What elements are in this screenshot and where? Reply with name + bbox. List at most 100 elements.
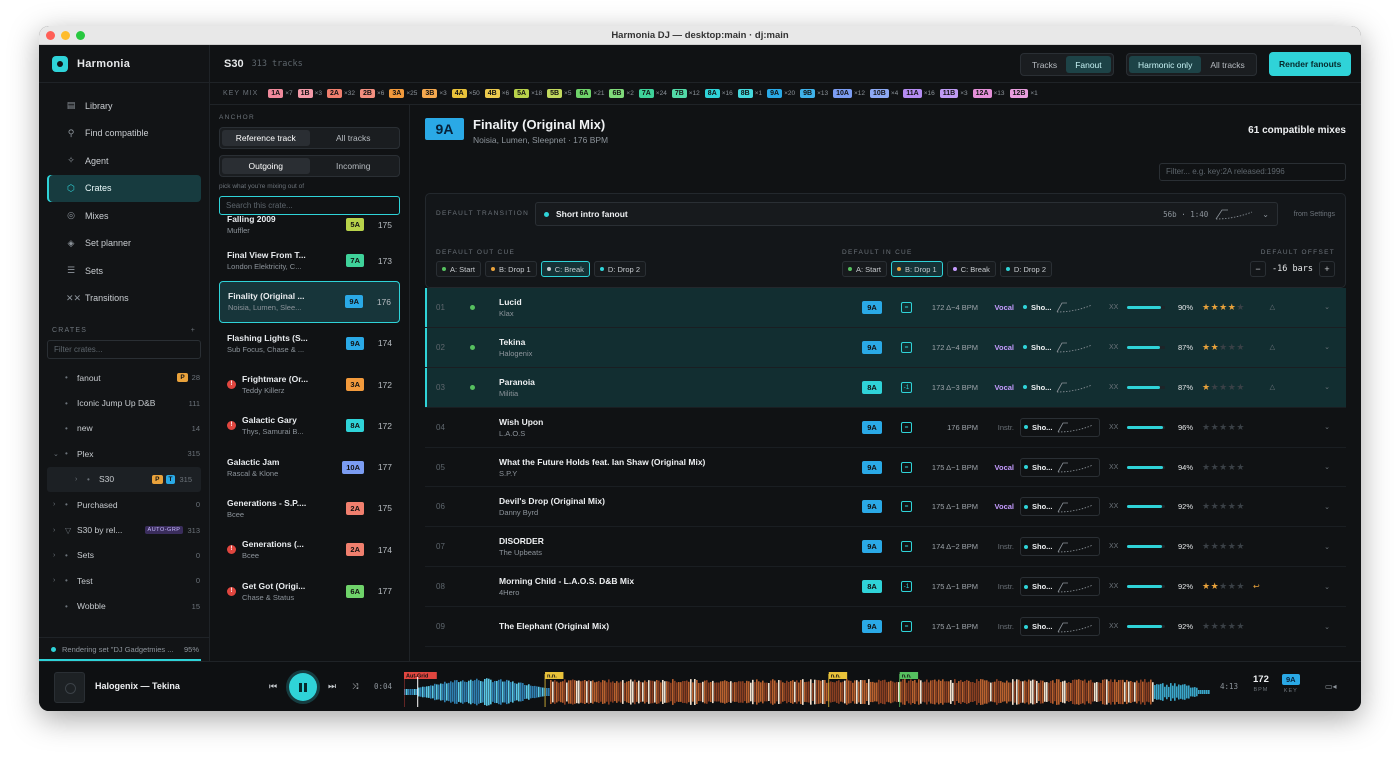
compatible-mix-row[interactable]: 05 What the Future Holds feat. Ian Shaw (… xyxy=(425,448,1346,488)
direction-outgoing[interactable]: Outgoing xyxy=(222,158,310,174)
key-mix-item[interactable]: 1A ×7 xyxy=(268,89,293,98)
rating-stars[interactable]: ★★★★★ xyxy=(1193,462,1251,473)
anchor-track-row[interactable]: Flashing Lights (S... Sub Focus, Chase & … xyxy=(219,323,400,364)
star-icon[interactable]: ★ xyxy=(1236,541,1245,551)
crate-item-new[interactable]: • new 14 xyxy=(39,416,209,441)
filter-harmonic-only[interactable]: Harmonic only xyxy=(1129,56,1202,73)
in-cue-a-start[interactable]: A: Start xyxy=(842,261,888,277)
anchor-track-row[interactable]: ! Generations (... Bcee 2A 174 xyxy=(219,529,400,570)
out-cue-d-drop-2[interactable]: D: Drop 2 xyxy=(593,261,646,277)
anchor-track-row[interactable]: Final View From T... London Elektricity, … xyxy=(219,240,400,281)
compatible-mix-row[interactable]: 07 DISORDER The Upbeats 9A = 174 Δ−2 BPM Instr… xyxy=(425,527,1346,568)
anchor-track-row[interactable]: ! Galactic Gary Thys, Samurai B... 8A 172 xyxy=(219,405,400,446)
star-icon[interactable]: ★ xyxy=(1236,422,1245,432)
output-device-icon[interactable]: ▭◂ xyxy=(1325,682,1337,691)
star-icon[interactable]: ★ xyxy=(1211,581,1220,591)
key-mix-item[interactable]: 7B ×12 xyxy=(671,89,700,98)
key-mix-item[interactable]: 6B ×2 xyxy=(609,89,634,98)
crate-item-fanout[interactable]: • fanout P 28 xyxy=(39,365,209,390)
star-icon[interactable]: ★ xyxy=(1219,462,1228,472)
expand-row-chevron-icon[interactable]: ⌄ xyxy=(1324,343,1330,351)
key-mix-item[interactable]: 5A ×18 xyxy=(514,89,542,98)
render-fanouts-button[interactable]: Render fanouts xyxy=(1269,52,1352,76)
offset-decrease-button[interactable]: − xyxy=(1250,261,1267,277)
crate-item-wobble[interactable]: • Wobble 15 xyxy=(39,594,209,619)
nav-item-transitions[interactable]: ✕✕ Transitions xyxy=(47,285,201,313)
compatible-mix-row[interactable]: 08 Morning Child - L.A.O.S. D&B Mix 4Hero 8… xyxy=(425,567,1346,608)
maximize-window-button[interactable] xyxy=(76,31,85,40)
row-transition-select[interactable]: Sho... xyxy=(1020,298,1100,317)
star-icon[interactable]: ★ xyxy=(1219,302,1228,312)
anchor-track-row[interactable]: Generations - S.P.... Bcee 2A 175 xyxy=(219,488,400,529)
star-icon[interactable]: ★ xyxy=(1211,422,1220,432)
from-settings-link[interactable]: from Settings xyxy=(1294,211,1335,218)
key-mix-item[interactable]: 10B ×4 xyxy=(870,89,898,98)
star-icon[interactable]: ★ xyxy=(1202,621,1211,631)
direction-incoming[interactable]: Incoming xyxy=(310,158,398,174)
compatible-mix-row[interactable]: 04 Wish Upon L.A.O.S 9A = 176 BPM Instr. Sho...… xyxy=(425,408,1346,448)
star-icon[interactable]: ★ xyxy=(1202,422,1211,432)
crate-item-purchased[interactable]: › • Purchased 0 xyxy=(39,492,209,517)
expand-row-chevron-icon[interactable]: ⌄ xyxy=(1324,623,1330,631)
expand-row-chevron-icon[interactable]: ⌄ xyxy=(1324,463,1330,471)
nav-item-set-planner[interactable]: ◈ Set planner xyxy=(47,230,201,258)
star-icon[interactable]: ★ xyxy=(1202,541,1211,551)
expand-row-chevron-icon[interactable]: ⌄ xyxy=(1324,583,1330,591)
next-track-button[interactable]: ⏭ xyxy=(328,681,336,692)
row-transition-select[interactable]: Sho... xyxy=(1020,457,1100,477)
expand-row-chevron-icon[interactable]: ⌄ xyxy=(1324,543,1330,551)
rating-stars[interactable]: ★★★★★ xyxy=(1193,342,1251,353)
compatible-mix-row[interactable]: 03 Paranoia Militia 8A -1 173 Δ−3 BPM Vocal Sho… xyxy=(425,367,1346,408)
star-icon[interactable]: ★ xyxy=(1219,501,1228,511)
default-transition-select[interactable]: Short intro fanout 56b · 1:40 ⌄ xyxy=(535,202,1278,226)
key-mix-item[interactable]: 9A ×20 xyxy=(767,89,795,98)
out-cue-b-drop-1[interactable]: B: Drop 1 xyxy=(485,261,537,277)
star-icon[interactable]: ★ xyxy=(1219,581,1228,591)
star-icon[interactable]: ★ xyxy=(1211,342,1220,352)
star-icon[interactable]: ★ xyxy=(1202,382,1211,392)
shuffle-icon[interactable]: ⤨ xyxy=(352,682,358,692)
star-icon[interactable]: ★ xyxy=(1211,302,1220,312)
rating-stars[interactable]: ★★★★★ xyxy=(1193,302,1251,313)
out-cue-a-start[interactable]: A: Start xyxy=(436,261,482,277)
nav-item-sets[interactable]: ☰ Sets xyxy=(47,257,201,285)
star-icon[interactable]: ★ xyxy=(1211,501,1220,511)
star-icon[interactable]: ★ xyxy=(1236,581,1245,591)
expand-row-chevron-icon[interactable]: ⌄ xyxy=(1324,503,1330,511)
crate-item-iconic-jump-up-d-b[interactable]: • Iconic Jump Up D&B 111 xyxy=(39,390,209,415)
key-mix-item[interactable]: 12B ×1 xyxy=(1009,89,1038,98)
anchor-track-row[interactable]: Galactic Jam Rascal & Klone 10A 177 xyxy=(219,446,400,487)
minimize-window-button[interactable] xyxy=(61,31,70,40)
compatible-mix-row[interactable]: 09 The Elephant (Original Mix) 9A = 175 Δ−1 … xyxy=(425,607,1346,648)
in-cue-c-break[interactable]: C: Break xyxy=(946,261,996,277)
expand-row-chevron-icon[interactable]: ⌄ xyxy=(1324,303,1330,311)
rating-stars[interactable]: ★★★★★ xyxy=(1193,422,1251,433)
anchor-mode-reference-track[interactable]: Reference track xyxy=(222,130,310,146)
crate-search-input[interactable]: Search this crate... xyxy=(219,196,400,215)
key-mix-item[interactable]: 12A ×13 xyxy=(972,89,1005,98)
star-icon[interactable]: ★ xyxy=(1211,382,1220,392)
key-mix-item[interactable]: 4B ×6 xyxy=(484,89,509,98)
key-mix-item[interactable]: 11B ×3 xyxy=(939,89,968,98)
crate-item-test[interactable]: › • Test 0 xyxy=(39,568,209,593)
nav-item-agent[interactable]: ✧ Agent xyxy=(47,147,201,175)
crate-item-sets[interactable]: › • Sets 0 xyxy=(39,543,209,568)
expand-row-chevron-icon[interactable]: ⌄ xyxy=(1324,423,1330,431)
filter-all-tracks[interactable]: All tracks xyxy=(1201,56,1253,73)
key-mix-item[interactable]: 4A ×50 xyxy=(451,89,480,98)
nav-item-find-compatible[interactable]: ⚲ Find compatible xyxy=(47,120,201,148)
row-transition-select[interactable]: Sho... xyxy=(1020,617,1100,637)
key-mix-item[interactable]: 3B ×3 xyxy=(422,89,447,98)
star-icon[interactable]: ★ xyxy=(1202,462,1211,472)
rating-stars[interactable]: ★★★★★ xyxy=(1193,541,1251,552)
star-icon[interactable]: ★ xyxy=(1202,342,1211,352)
rating-stars[interactable]: ★★★★★ xyxy=(1193,581,1251,592)
compatible-mix-row[interactable]: 01 Lucid Klax 9A = 172 Δ−4 BPM Vocal Sho... XX 90… xyxy=(425,288,1346,328)
key-mix-item[interactable]: 2A ×32 xyxy=(327,89,355,98)
star-icon[interactable]: ★ xyxy=(1236,462,1245,472)
row-transition-select[interactable]: Sho... xyxy=(1020,338,1100,357)
key-mix-item[interactable]: 2B ×6 xyxy=(360,89,384,98)
previous-track-button[interactable]: ⏮ xyxy=(269,681,277,692)
star-icon[interactable]: ★ xyxy=(1236,302,1245,312)
crate-item-plex[interactable]: ⌄ • Plex 315 xyxy=(39,441,209,466)
